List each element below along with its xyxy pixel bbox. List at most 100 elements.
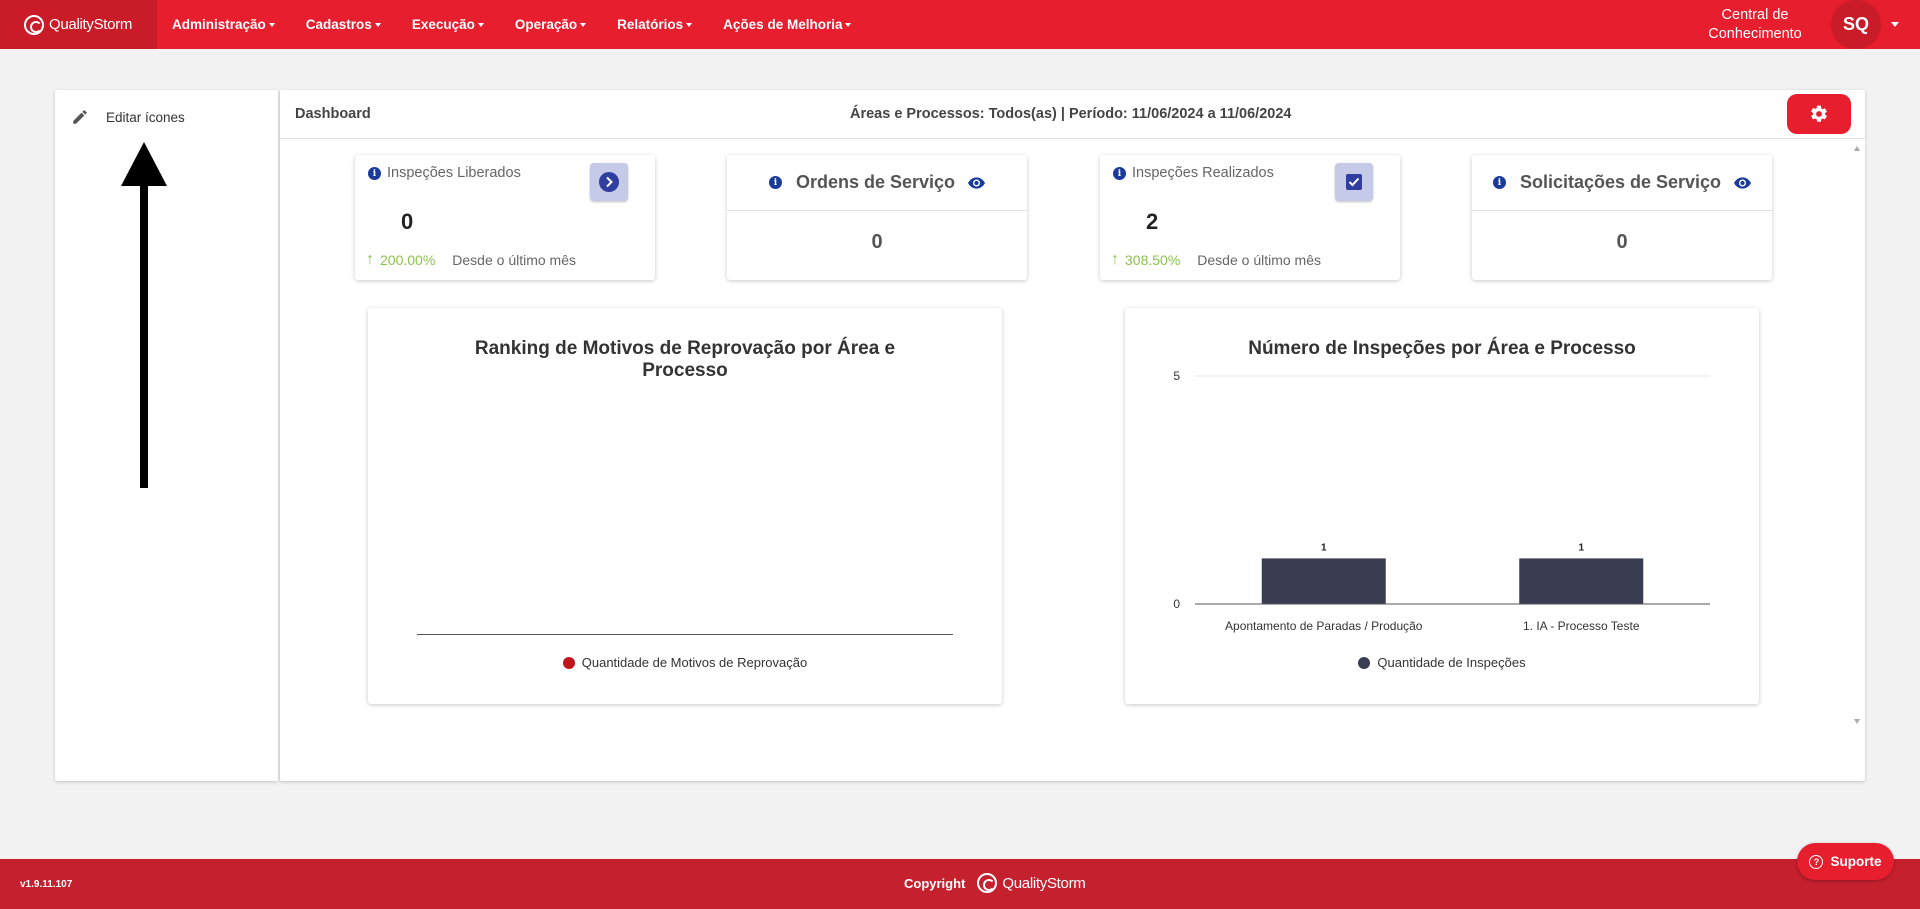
kpi-label: Inspeções Liberados (387, 165, 521, 181)
footer-brand-name: QualityStorm (1002, 874, 1086, 892)
bar (1261, 558, 1386, 604)
chart-card-numero-inspecoes: Número de Inspeções por Área e Processo … (1125, 308, 1759, 704)
info-icon[interactable]: i (1113, 167, 1126, 180)
arrow-up-icon: ↑ (366, 251, 374, 268)
kpi-card-inspecoes-liberados: i Inspeções Liberados 0 ↑ 200.00% Desde … (355, 155, 655, 280)
caret-down-icon (686, 22, 693, 27)
menu-label: Relatórios (617, 17, 684, 32)
kpi-label: Solicitações de Serviço (1519, 172, 1722, 192)
legend-label: Quantidade de Motivos de Reprovação (581, 655, 808, 670)
kpi-card-ordens-servico: i Ordens de Serviço 0 (727, 155, 1027, 280)
user-menu-caret-icon[interactable] (1891, 22, 1899, 27)
bar (1519, 558, 1644, 604)
chart-card-ranking-motivos: Ranking de Motivos de Reprovação por Áre… (368, 308, 1002, 704)
settings-button[interactable] (1787, 94, 1851, 134)
page-title: Dashboard (295, 106, 371, 122)
legend-marker (562, 656, 575, 669)
menu-operacao[interactable]: Operação (514, 17, 587, 32)
copyright: Copyright QualityStorm (904, 873, 1086, 893)
central-line2: Conhecimento (1708, 25, 1802, 42)
question-icon: ? (1809, 854, 1824, 869)
chart-legend[interactable]: Quantidade de Inspeções (1125, 655, 1759, 670)
kpi-header: i Ordens de Serviço (727, 155, 1027, 211)
kpi-trend: ↑ 308.50% Desde o último mês (1111, 251, 1321, 269)
info-icon[interactable]: i (368, 167, 381, 180)
pencil-icon (73, 110, 87, 124)
chart-title: Número de Inspeções por Área e Processo (1248, 338, 1636, 359)
support-button[interactable]: ? Suporte (1797, 843, 1894, 880)
kpi-label: Inspeções Realizados (1132, 165, 1274, 181)
y-tick-label: 5 (1173, 369, 1180, 383)
info-icon[interactable]: i (768, 176, 782, 189)
menu-label: Execução (411, 17, 475, 32)
caret-down-icon (374, 22, 381, 27)
scroll-up-icon[interactable] (1854, 146, 1860, 151)
brand-name: QualityStorm (49, 16, 133, 33)
caret-down-icon (580, 22, 587, 27)
kpi-value: 0 (871, 231, 883, 253)
user-avatar[interactable]: SQ (1831, 0, 1881, 49)
kpi-trend-label: Desde o último mês (452, 252, 576, 268)
x-axis-line (417, 634, 953, 635)
kpi-trend-label: Desde o último mês (1197, 252, 1321, 268)
brand-logo[interactable]: QualityStorm (0, 0, 157, 49)
menu-cadastros[interactable]: Cadastros (306, 17, 381, 32)
kpi-label: Ordens de Serviço (795, 172, 956, 192)
checkbox-checked-icon (1346, 174, 1362, 190)
kpi-value: 2 (1146, 209, 1159, 234)
menu-label: Operação (514, 17, 578, 32)
chart-title: Ranking de Motivos de Reprovação por Áre… (368, 338, 1002, 382)
inspecoes-realizadas-button[interactable] (1335, 163, 1373, 201)
chart-legend[interactable]: Quantidade de Motivos de Reprovação (368, 655, 1002, 670)
top-navbar: QualityStorm Administração Cadastros Exe… (0, 0, 1920, 49)
y-tick-label: 0 (1173, 597, 1180, 611)
menu-label: Administração (172, 17, 266, 32)
menu-label: Cadastros (305, 17, 372, 32)
chart-title-line1: Ranking de Motivos de Reprovação por Áre… (474, 338, 896, 359)
caret-down-icon (477, 22, 484, 27)
edit-icons-button[interactable]: Editar ícones (71, 108, 185, 126)
scroll-down-icon[interactable] (1854, 719, 1860, 724)
edit-icons-label: Editar ícones (106, 109, 185, 125)
chart-title-line2: Processo (642, 360, 728, 381)
menu-execucao[interactable]: Execução (412, 17, 484, 32)
kpi-card-inspecoes-realizados: i Inspeções Realizados 2 ↑ 308.50% Desde… (1100, 155, 1400, 280)
kpi-trend: ↑ 200.00% Desde o último mês (366, 251, 576, 269)
content-scrollbar[interactable] (1849, 140, 1865, 730)
dashboard-panel: Dashboard Áreas e Processos: Todos(as) |… (280, 90, 1865, 781)
menu-acoes-de-melhoria[interactable]: Ações de Melhoria (723, 17, 852, 32)
caret-down-icon (845, 22, 852, 27)
central-conhecimento-link[interactable]: Central de Conhecimento (1700, 6, 1810, 44)
kpi-card-solicitacoes-servico: i Solicitações de Serviço 0 (1472, 155, 1772, 280)
info-icon[interactable]: i (1492, 176, 1506, 189)
kpi-header: i Solicitações de Serviço (1472, 155, 1772, 211)
bar-data-label: 1 (1578, 542, 1584, 553)
x-tick-label: Apontamento de Paradas / Produção (1225, 619, 1423, 633)
eye-icon[interactable] (968, 176, 986, 189)
menu-relatorios[interactable]: Relatórios (617, 17, 693, 32)
eye-icon[interactable] (1734, 176, 1752, 189)
kpi-value: 0 (1616, 231, 1628, 253)
menu-administracao[interactable]: Administração (172, 17, 275, 32)
go-to-inspecoes-button[interactable] (590, 163, 628, 201)
bar-chart-inspecoes: 5 0 1 Apontamento de Paradas / Produção 1 1. … (1173, 369, 1710, 633)
legend-marker (1358, 656, 1371, 669)
main-menu: Administração Cadastros Execução Operaçã… (172, 0, 882, 49)
gear-icon (1811, 105, 1827, 122)
bar-data-label: 1 (1321, 542, 1327, 553)
app-version: v1.9.11.107 (20, 879, 73, 890)
legend-label: Quantidade de Inspeções (1377, 655, 1526, 670)
user-area: Central de Conhecimento SQ (1700, 0, 1920, 49)
footer: v1.9.11.107 Copyright QualityStorm (0, 859, 1920, 909)
caret-down-icon (268, 22, 275, 27)
footer-brand: QualityStorm (977, 873, 1086, 893)
sidebar-panel: Editar ícones (55, 90, 278, 781)
qualitystorm-logo-icon (977, 873, 998, 893)
kpi-trend-percent: 308.50% (1125, 252, 1181, 268)
chevron-right-icon (599, 172, 619, 192)
x-tick-label: 1. IA - Processo Teste (1523, 619, 1640, 633)
kpi-trend-percent: 200.00% (380, 252, 436, 268)
kpi-value: 0 (401, 209, 414, 234)
support-label: Suporte (1830, 854, 1882, 869)
qualitystorm-logo-icon (24, 14, 44, 35)
